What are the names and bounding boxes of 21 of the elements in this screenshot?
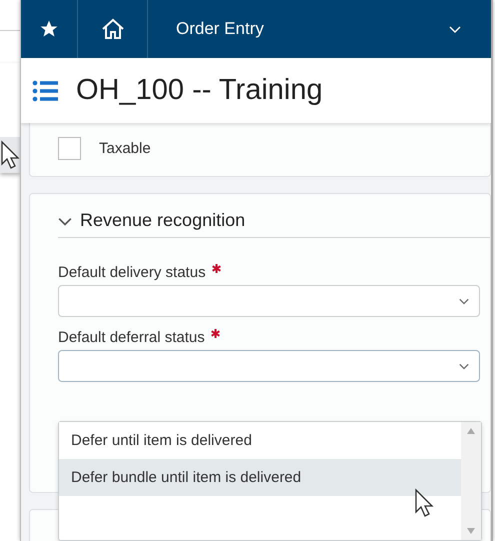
cursor-icon [414,488,436,518]
section-header[interactable]: Revenue recognition [58,210,490,238]
module-dropdown[interactable]: Order Entry [148,0,491,58]
dropdown-option[interactable]: Defer bundle until item is delivered [59,459,461,496]
chevron-down-icon [459,361,469,371]
dropdown-option[interactable]: Defer until item is delivered [59,422,461,459]
scroll-up-icon[interactable] [467,428,475,434]
checkbox-label: Taxable [99,140,151,157]
field-label: Default delivery status [58,264,206,281]
home-icon[interactable] [100,18,124,40]
scrollbar[interactable] [461,422,481,540]
select-field[interactable] [58,350,480,382]
select-field[interactable] [58,285,480,317]
taxable-checkbox[interactable] [58,137,81,160]
cursor-icon [0,140,22,170]
scroll-down-icon[interactable] [467,528,475,534]
field-label: Default deferral status [58,329,205,346]
page-title: OH_100 -- Training [76,74,323,107]
star-icon[interactable] [39,19,59,39]
menu-icon[interactable] [32,80,58,102]
chevron-down-icon [459,296,469,306]
